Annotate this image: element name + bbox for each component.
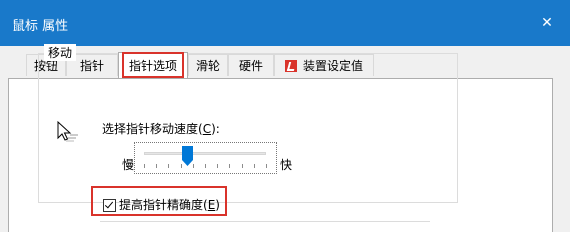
close-icon: ✕ — [541, 15, 553, 31]
tab-pointer-options[interactable]: 指针选项 — [118, 52, 188, 78]
slider-tick — [168, 164, 169, 168]
motion-groupbox — [38, 53, 458, 203]
slow-label: 慢 — [122, 158, 135, 172]
slider-tick — [254, 164, 255, 168]
speed-slider-ticks — [144, 164, 268, 169]
slider-tick — [144, 164, 145, 168]
enhance-precision-checkbox[interactable]: 提高指针精确度(E) — [103, 196, 220, 212]
fast-label: 快 — [280, 158, 293, 172]
slider-tick — [156, 164, 157, 168]
slider-tick — [205, 164, 206, 168]
close-button[interactable]: ✕ — [524, 0, 570, 46]
enhance-precision-label: 提高指针精确度(E) — [119, 198, 220, 212]
tab-label: 指针选项 — [128, 59, 177, 73]
slider-tick — [266, 164, 267, 168]
motion-group-title: 移动 — [44, 44, 77, 61]
speed-slider-thumb[interactable] — [182, 146, 193, 166]
slider-tick — [229, 164, 230, 168]
slider-tick — [193, 164, 194, 168]
pointer-speed-icon — [56, 120, 80, 147]
checkbox-checked-icon — [103, 199, 116, 212]
title-bar: 鼠标 属性 ✕ — [0, 0, 570, 46]
pointer-speed-label: 选择指针移动速度(C): — [102, 122, 220, 136]
slider-tick — [217, 164, 218, 168]
window-title: 鼠标 属性 — [12, 19, 69, 34]
speed-slider-focus — [134, 142, 277, 174]
slider-tick — [242, 164, 243, 168]
separator — [100, 221, 430, 222]
speed-slider-track[interactable] — [144, 152, 266, 155]
